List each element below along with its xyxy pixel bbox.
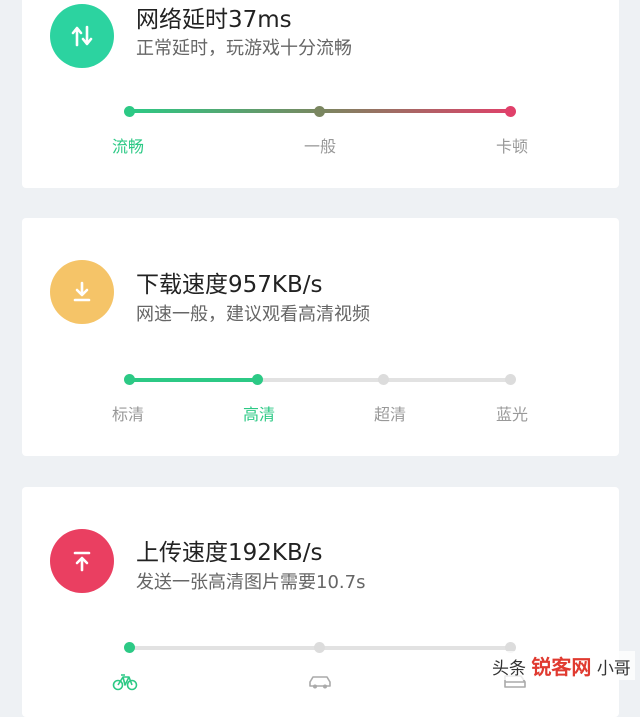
upload-dot-car bbox=[314, 642, 325, 653]
download-label-sd: 标清 bbox=[111, 405, 145, 424]
download-icon-circle bbox=[50, 260, 114, 324]
upload-title: 上传速度192KB/s bbox=[136, 540, 323, 566]
download-dot-sd bbox=[124, 374, 135, 385]
latency-dot-normal bbox=[314, 106, 325, 117]
download-title: 下载速度957KB/s bbox=[136, 272, 323, 298]
download-dot-bluray bbox=[505, 374, 516, 385]
latency-icon-circle bbox=[50, 4, 114, 68]
watermark: 头条 锐客网 小哥 bbox=[488, 651, 635, 680]
car-icon bbox=[309, 676, 331, 689]
latency-label-normal: 一般 bbox=[303, 137, 337, 156]
download-icon bbox=[73, 281, 91, 302]
upload-icon bbox=[73, 551, 91, 572]
latency-subtitle: 正常延时，玩游戏十分流畅 bbox=[136, 38, 352, 59]
watermark-right: 小哥 bbox=[596, 659, 631, 679]
download-subtitle: 网速一般，建议观看高清视频 bbox=[136, 304, 370, 325]
upload-icon-circle bbox=[50, 529, 114, 593]
up-down-arrows-icon bbox=[71, 25, 93, 47]
latency-label-lag: 卡顿 bbox=[495, 137, 529, 156]
upload-subtitle: 发送一张高清图片需要10.7s bbox=[136, 572, 366, 593]
latency-title: 网络延时37ms bbox=[136, 7, 292, 33]
upload-dot-bike bbox=[124, 642, 135, 653]
download-dot-uhd bbox=[378, 374, 389, 385]
upload-card: 上传速度192KB/s 发送一张高清图片需要10.7s bbox=[22, 487, 619, 717]
latency-dot-lag bbox=[505, 106, 516, 117]
watermark-left: 头条 bbox=[492, 659, 526, 679]
download-label-hd: 高清 bbox=[242, 405, 276, 424]
watermark-brand: 锐客网 bbox=[531, 655, 592, 679]
download-card: 下载速度957KB/s 网速一般，建议观看高清视频 标清 高清 超清 蓝光 bbox=[22, 218, 619, 456]
bicycle-icon bbox=[112, 674, 138, 691]
latency-dot-smooth bbox=[124, 106, 135, 117]
download-label-uhd: 超清 bbox=[373, 405, 407, 424]
latency-card: 网络延时37ms 正常延时，玩游戏十分流畅 流畅 一般 卡顿 bbox=[22, 0, 619, 188]
download-dot-hd bbox=[252, 374, 263, 385]
download-label-bluray: 蓝光 bbox=[495, 405, 529, 424]
latency-label-smooth: 流畅 bbox=[111, 137, 145, 156]
download-track-filled bbox=[130, 378, 258, 382]
